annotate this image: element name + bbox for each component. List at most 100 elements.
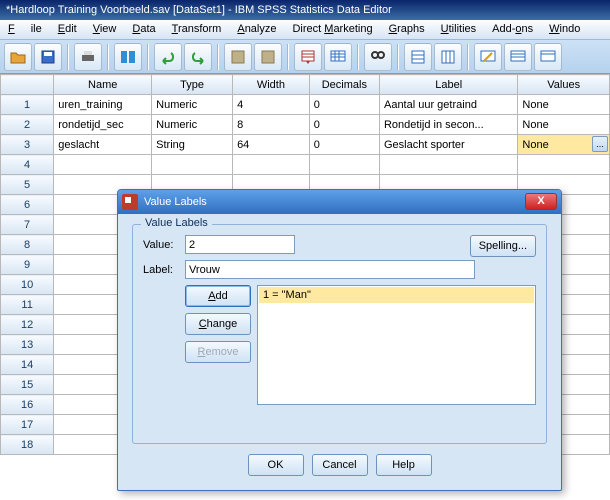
menu-graphs[interactable]: Graphs	[381, 20, 433, 39]
row-header[interactable]: 2	[1, 115, 54, 135]
remove-button[interactable]: Remove	[185, 341, 251, 363]
cell-width[interactable]: 4	[233, 95, 310, 115]
toolbar-separator	[147, 44, 149, 70]
menu-analyze[interactable]: Analyze	[229, 20, 284, 39]
menu-directmarketing[interactable]: Direct Marketing	[284, 20, 380, 39]
menu-transform[interactable]: Transform	[164, 20, 230, 39]
table-row: 3 geslacht String 64 0 Geslacht sporter …	[1, 135, 610, 155]
group-legend: Value Labels	[141, 217, 212, 229]
row-header[interactable]: 9	[1, 255, 54, 275]
cell-decimals[interactable]: 0	[309, 115, 379, 135]
dialog-titlebar[interactable]: Value Labels X	[118, 190, 561, 214]
row-header[interactable]: 4	[1, 155, 54, 175]
row-header[interactable]: 16	[1, 395, 54, 415]
cancel-button[interactable]: Cancel	[312, 454, 368, 476]
cell-type[interactable]: Numeric	[152, 115, 233, 135]
spelling-button[interactable]: Spelling...	[470, 235, 536, 257]
cell-type[interactable]: Numeric	[152, 95, 233, 115]
menu-edit[interactable]: Edit	[50, 20, 85, 39]
label-label: Label:	[143, 264, 185, 276]
menu-utilities[interactable]: Utilities	[433, 20, 484, 39]
col-label[interactable]: Label	[379, 75, 517, 95]
row-header[interactable]: 8	[1, 235, 54, 255]
menubar: File Edit View Data Transform Analyze Di…	[0, 20, 610, 40]
toolbar-separator	[217, 44, 219, 70]
row-header[interactable]: 3	[1, 135, 54, 155]
value-labels-list[interactable]: 1 = "Man"	[257, 285, 536, 405]
insert-var-icon[interactable]	[434, 43, 462, 71]
cell-label[interactable]: Geslacht sporter	[379, 135, 517, 155]
row-header[interactable]: 15	[1, 375, 54, 395]
cell-decimals[interactable]: 0	[309, 95, 379, 115]
cell-width[interactable]: 8	[233, 115, 310, 135]
cell-decimals[interactable]: 0	[309, 135, 379, 155]
dialog-title: Value Labels	[144, 196, 207, 208]
cell-values-selected[interactable]: None ...	[518, 135, 610, 155]
print-icon[interactable]	[74, 43, 102, 71]
split-icon[interactable]	[474, 43, 502, 71]
cell-type[interactable]: String	[152, 135, 233, 155]
table-row: 1 uren_training Numeric 4 0 Aantal uur g…	[1, 95, 610, 115]
save-icon[interactable]	[34, 43, 62, 71]
run-icon[interactable]	[324, 43, 352, 71]
close-icon[interactable]: X	[525, 193, 557, 210]
select-icon[interactable]	[534, 43, 562, 71]
grid-corner[interactable]	[1, 75, 54, 95]
open-icon[interactable]	[4, 43, 32, 71]
cell-label[interactable]: Aantal uur getraind	[379, 95, 517, 115]
menu-file[interactable]: File	[0, 20, 50, 39]
insert-cases-icon[interactable]	[404, 43, 432, 71]
menu-view[interactable]: View	[85, 20, 125, 39]
value-input[interactable]	[185, 235, 295, 254]
row-header[interactable]: 13	[1, 335, 54, 355]
row-header[interactable]: 10	[1, 275, 54, 295]
cell-values[interactable]: None	[518, 95, 610, 115]
menu-addons[interactable]: Add-ons	[484, 20, 541, 39]
recall-dialog-icon[interactable]	[114, 43, 142, 71]
cell-name[interactable]: uren_training	[54, 95, 152, 115]
row-header[interactable]: 18	[1, 435, 54, 455]
col-width[interactable]: Width	[233, 75, 310, 95]
row-header[interactable]: 17	[1, 415, 54, 435]
find-icon[interactable]	[364, 43, 392, 71]
goto-var-icon[interactable]	[254, 43, 282, 71]
change-button[interactable]: Change	[185, 313, 251, 335]
row-header[interactable]: 7	[1, 215, 54, 235]
toolbar-separator	[397, 44, 399, 70]
row-header[interactable]: 12	[1, 315, 54, 335]
add-button[interactable]: Add	[185, 285, 251, 307]
label-input[interactable]	[185, 260, 475, 279]
col-name[interactable]: Name	[54, 75, 152, 95]
cell-name[interactable]: geslacht	[54, 135, 152, 155]
row-header[interactable]: 6	[1, 195, 54, 215]
goto-case-icon[interactable]	[224, 43, 252, 71]
variables-icon[interactable]	[294, 43, 322, 71]
value-label: Value:	[143, 239, 185, 251]
menu-window[interactable]: Windo	[541, 20, 588, 39]
toolbar-separator	[467, 44, 469, 70]
value-labels-group: Value Labels Spelling... Value: Label: A…	[132, 224, 547, 444]
ok-button[interactable]: OK	[248, 454, 304, 476]
cell-name[interactable]: rondetijd_sec	[54, 115, 152, 135]
list-item[interactable]: 1 = "Man"	[259, 287, 534, 303]
help-button[interactable]: Help	[376, 454, 432, 476]
undo-icon[interactable]	[154, 43, 182, 71]
toolbar-separator	[287, 44, 289, 70]
cell-label[interactable]: Rondetijd in secon...	[379, 115, 517, 135]
toolbar-separator	[357, 44, 359, 70]
row-header[interactable]: 14	[1, 355, 54, 375]
redo-icon[interactable]	[184, 43, 212, 71]
weight-icon[interactable]	[504, 43, 532, 71]
cell-width[interactable]: 64	[233, 135, 310, 155]
cell-values[interactable]: None	[518, 115, 610, 135]
row-header[interactable]: 11	[1, 295, 54, 315]
row-header[interactable]: 1	[1, 95, 54, 115]
col-values[interactable]: Values	[518, 75, 610, 95]
menu-data[interactable]: Data	[124, 20, 163, 39]
toolbar	[0, 40, 610, 74]
row-header[interactable]: 5	[1, 175, 54, 195]
col-decimals[interactable]: Decimals	[309, 75, 379, 95]
cell-ellipsis-button[interactable]: ...	[592, 136, 608, 152]
dialog-icon	[122, 194, 138, 210]
col-type[interactable]: Type	[152, 75, 233, 95]
